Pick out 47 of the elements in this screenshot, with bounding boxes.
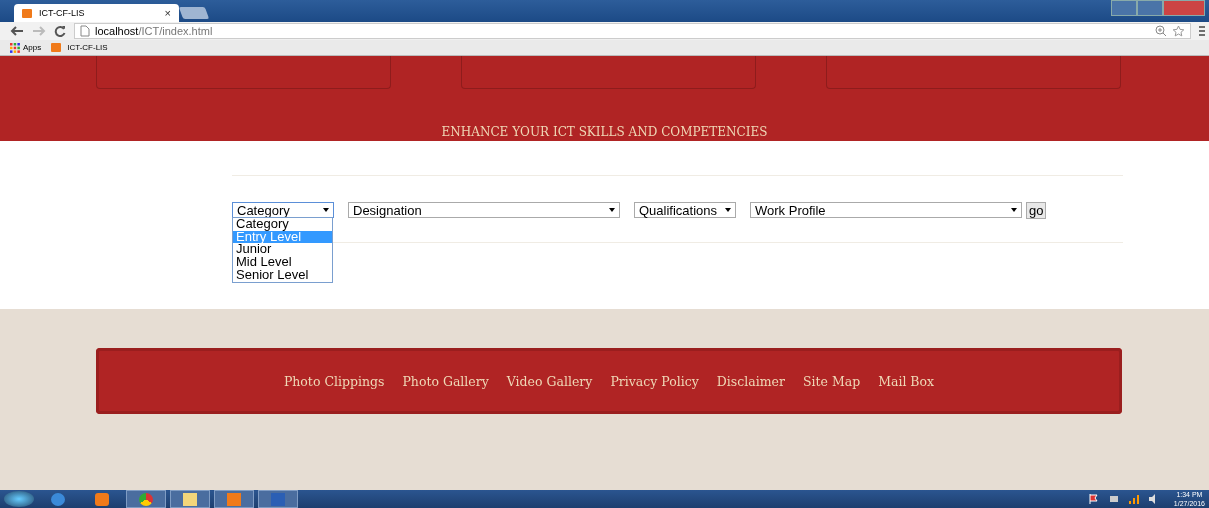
tab-title: ICT-CF-LIS [39,8,86,18]
start-button[interactable] [4,491,34,507]
dropdown-option[interactable]: Mid Level [233,256,332,269]
footer-link[interactable]: Mail Box [878,373,935,389]
footer-link[interactable]: Video Gallery [506,373,593,389]
xampp-icon [51,43,62,52]
menu-icon[interactable] [1199,25,1205,37]
flag-icon[interactable] [1088,494,1099,504]
apps-grid-icon [10,42,20,53]
dropdown-option[interactable]: Senior Level [233,268,332,282]
dropdown-option[interactable]: Junior [233,243,332,257]
zoom-icon[interactable] [1155,25,1167,37]
close-tab-button[interactable]: × [164,7,171,19]
footer-link[interactable]: Photo Clippings [283,373,385,389]
tagline: ENHANCE YOUR ICT SKILLS AND COMPETENCIES [440,125,769,141]
chrome-taskbar-icon[interactable] [126,490,166,508]
browser-tab[interactable]: ICT-CF-LIS × [14,4,179,22]
footer-link[interactable]: Privacy Policy [610,373,699,389]
star-icon[interactable] [1172,25,1185,37]
close-window-button[interactable] [1163,0,1205,16]
maximize-button[interactable] [1137,0,1163,16]
footer-link[interactable]: Photo Gallery [402,373,489,389]
folder-icon[interactable] [170,490,210,508]
minimize-button[interactable] [1111,0,1137,16]
dropdown[interactable]: Designation [348,202,620,218]
xampp-icon [22,8,32,18]
new-tab-button[interactable] [178,7,210,19]
caret-icon [609,208,615,212]
page-icon [80,25,90,37]
dropdown[interactable]: Work Profile [750,202,1022,218]
dropdown[interactable]: Category [232,202,334,218]
back-icon[interactable] [10,25,24,37]
dropdown-option[interactable]: Category [233,218,332,231]
footer-link[interactable]: Site Map [802,373,861,389]
signal-icon[interactable] [1128,494,1139,504]
caret-icon [323,208,329,212]
caret-icon [725,208,731,212]
footer-link[interactable]: Disclaimer [716,373,785,389]
reload-icon[interactable] [54,25,66,37]
word-icon[interactable] [258,490,298,508]
bookmark[interactable]: ICT-CF-LIS [51,43,108,52]
caret-icon [1011,208,1017,212]
go-button[interactable]: go [1026,202,1047,219]
dropdown[interactable]: Qualifications [634,202,736,218]
xampp-taskbar-icon[interactable] [214,490,254,508]
bookmark[interactable]: Apps [10,42,42,53]
address-bar[interactable]: localhost/ICT/index.html [74,23,1191,39]
